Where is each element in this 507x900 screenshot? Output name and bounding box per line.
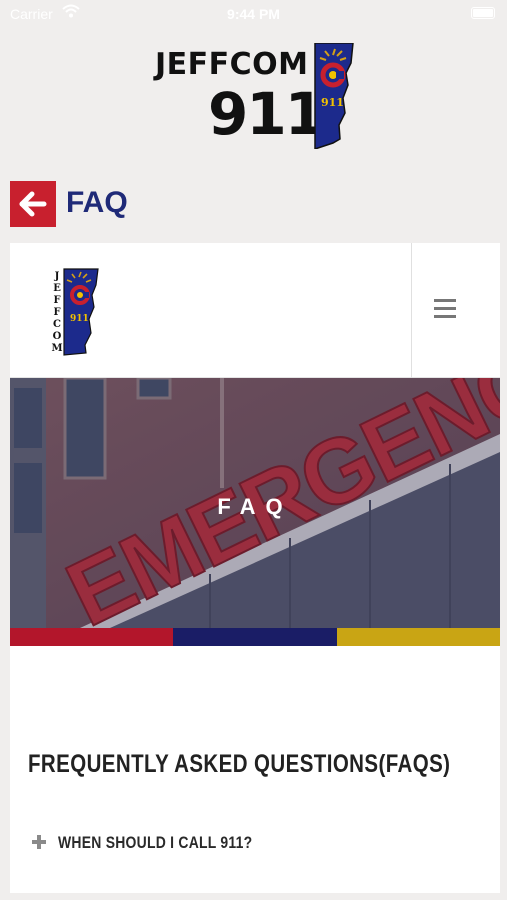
faq-heading: FREQUENTLY ASKED QUESTIONS(FAQS) (28, 750, 451, 778)
faq-item[interactable]: WHEN SHOULD I CALL 911? (32, 831, 472, 859)
back-button[interactable] (10, 181, 56, 227)
plus-icon (32, 835, 46, 849)
hero-banner: EMERGENCY FAQ (10, 378, 500, 628)
logo-letter: F (53, 307, 60, 318)
logo-letter: M (51, 343, 62, 354)
hamburger-menu-button[interactable] (411, 243, 500, 378)
logo-number: 911 (208, 80, 325, 148)
faq-question: WHEN SHOULD I CALL 911? (58, 833, 253, 852)
battery-icon (471, 7, 495, 19)
site-logo[interactable]: 911 J E F F C O M (50, 267, 102, 357)
hero-title: FAQ (217, 494, 293, 519)
logo-wordmark: JEFFCOM (155, 47, 309, 82)
page-title: FAQ (66, 186, 128, 219)
site-logo-badge-text: 911 (70, 314, 89, 324)
badge-text: 911 (321, 96, 344, 109)
logo-letter: O (53, 331, 62, 342)
logo-letter: F (53, 295, 60, 306)
status-time: 9:44 PM (227, 6, 280, 22)
strip-blue (173, 628, 337, 646)
logo-letter: J (54, 271, 60, 282)
back-arrow-icon (19, 191, 47, 217)
status-bar: Carrier 9:44 PM (0, 0, 507, 28)
color-strip (10, 628, 500, 646)
app-logo: JEFFCOM 911 911 (150, 40, 360, 155)
strip-gold (337, 628, 500, 646)
site-header: 911 J E F F C O M (10, 243, 500, 378)
logo-letter: E (53, 283, 61, 294)
strip-red (10, 628, 173, 646)
logo-letter: C (53, 319, 61, 330)
web-view[interactable]: 911 J E F F C O M EMERGENCY FAQ FREQUENT… (10, 243, 500, 893)
page-header: FAQ (10, 181, 310, 227)
colorado-badge-icon: 911 (314, 43, 354, 149)
